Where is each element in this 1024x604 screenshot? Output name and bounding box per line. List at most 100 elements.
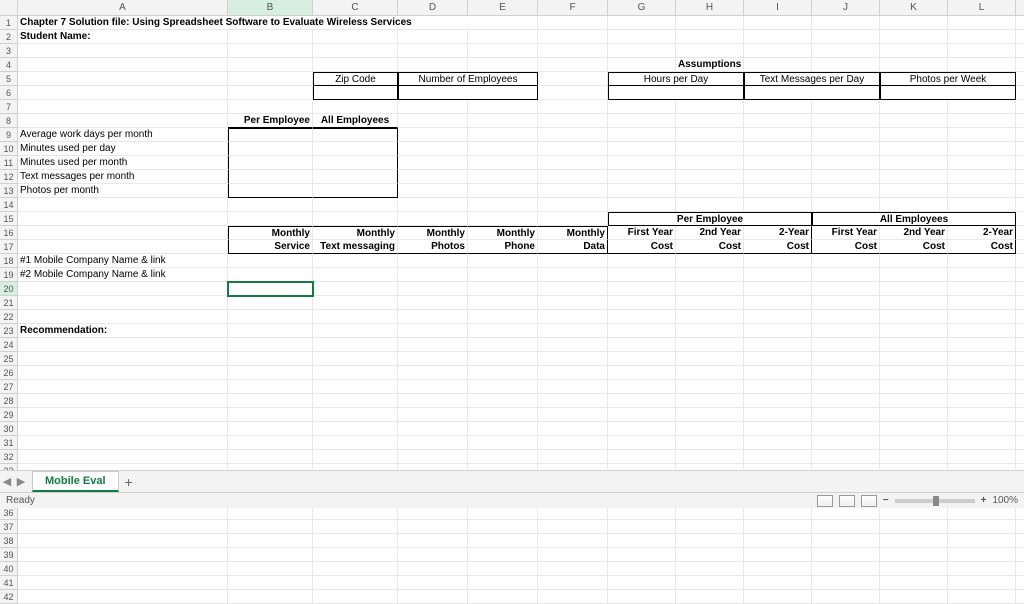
row-header[interactable]: 1 xyxy=(0,16,18,30)
cell[interactable] xyxy=(538,534,608,548)
cell[interactable] xyxy=(398,268,468,282)
cell[interactable] xyxy=(880,86,1016,100)
cell[interactable] xyxy=(538,44,608,58)
cell[interactable] xyxy=(228,156,313,170)
cell[interactable] xyxy=(1016,590,1024,604)
cell[interactable] xyxy=(538,310,608,324)
row-header[interactable]: 38 xyxy=(0,534,18,548)
cell[interactable] xyxy=(538,268,608,282)
cell[interactable] xyxy=(1016,408,1024,422)
cell[interactable] xyxy=(608,436,676,450)
cell[interactable] xyxy=(468,142,538,156)
cell[interactable] xyxy=(1016,366,1024,380)
cell[interactable] xyxy=(313,156,398,170)
cell[interactable] xyxy=(1016,394,1024,408)
cell[interactable] xyxy=(948,100,1016,114)
cell[interactable] xyxy=(676,576,744,590)
cell[interactable]: Cost xyxy=(880,240,948,254)
cell[interactable] xyxy=(744,366,812,380)
row-header[interactable]: 22 xyxy=(0,310,18,324)
cell[interactable] xyxy=(812,44,880,58)
cell[interactable] xyxy=(468,366,538,380)
cell[interactable] xyxy=(744,142,812,156)
cell[interactable] xyxy=(608,548,676,562)
cell[interactable] xyxy=(948,30,1016,44)
cell[interactable] xyxy=(228,296,313,310)
cell[interactable] xyxy=(608,506,676,520)
cell[interactable] xyxy=(948,422,1016,436)
cell[interactable] xyxy=(538,72,608,86)
cell[interactable] xyxy=(880,128,948,142)
cell[interactable] xyxy=(608,408,676,422)
cell[interactable] xyxy=(538,198,608,212)
cell[interactable] xyxy=(608,296,676,310)
active-cell[interactable] xyxy=(228,282,313,296)
cell[interactable] xyxy=(812,394,880,408)
cell[interactable] xyxy=(538,408,608,422)
cell[interactable] xyxy=(398,296,468,310)
cell[interactable] xyxy=(313,44,398,58)
cell[interactable] xyxy=(228,366,313,380)
view-pagelayout-icon[interactable] xyxy=(839,495,855,507)
cell[interactable] xyxy=(948,268,1016,282)
cell[interactable] xyxy=(398,506,468,520)
row-header[interactable]: 2 xyxy=(0,30,18,44)
cell[interactable] xyxy=(676,450,744,464)
cell[interactable] xyxy=(538,282,608,296)
cell[interactable] xyxy=(880,100,948,114)
cell[interactable] xyxy=(468,30,538,44)
cell[interactable] xyxy=(948,156,1016,170)
cell[interactable] xyxy=(228,548,313,562)
cell[interactable] xyxy=(744,394,812,408)
cell[interactable] xyxy=(676,114,744,128)
row-header[interactable]: 24 xyxy=(0,338,18,352)
cell[interactable] xyxy=(228,170,313,184)
cell[interactable] xyxy=(228,394,313,408)
cell[interactable] xyxy=(468,58,538,72)
cell[interactable] xyxy=(18,436,228,450)
cell[interactable] xyxy=(948,142,1016,156)
cell[interactable] xyxy=(948,548,1016,562)
col-header-E[interactable]: E xyxy=(468,0,538,16)
cell[interactable]: First Year xyxy=(608,226,676,240)
cell[interactable] xyxy=(880,408,948,422)
cell[interactable] xyxy=(948,380,1016,394)
cell[interactable]: All Employees xyxy=(812,212,1016,226)
cell[interactable] xyxy=(228,212,313,226)
cell[interactable] xyxy=(880,534,948,548)
cell[interactable]: Monthly xyxy=(398,226,468,240)
cell[interactable] xyxy=(398,86,538,100)
cell[interactable] xyxy=(313,310,398,324)
cell[interactable]: Monthly xyxy=(538,226,608,240)
cell[interactable] xyxy=(608,268,676,282)
cell[interactable] xyxy=(398,436,468,450)
cell[interactable] xyxy=(676,100,744,114)
cell[interactable]: #2 Mobile Company Name & link xyxy=(18,268,228,282)
cell[interactable] xyxy=(676,44,744,58)
cell[interactable] xyxy=(1016,548,1024,562)
cell[interactable] xyxy=(313,366,398,380)
cell[interactable] xyxy=(812,198,880,212)
cell[interactable] xyxy=(398,44,468,58)
cell[interactable] xyxy=(1016,282,1024,296)
cell[interactable] xyxy=(538,548,608,562)
cell[interactable] xyxy=(880,198,948,212)
cell[interactable] xyxy=(880,338,948,352)
cell[interactable] xyxy=(313,562,398,576)
cell[interactable] xyxy=(812,156,880,170)
cell[interactable] xyxy=(398,282,468,296)
cell[interactable] xyxy=(228,128,313,142)
cell[interactable]: Cost xyxy=(948,240,1016,254)
cell[interactable] xyxy=(398,58,468,72)
cell[interactable]: Average work days per month xyxy=(18,128,228,142)
cell[interactable] xyxy=(468,338,538,352)
cell[interactable] xyxy=(608,282,676,296)
cell[interactable]: All Employees xyxy=(313,114,398,128)
row-header[interactable]: 13 xyxy=(0,184,18,198)
cell[interactable] xyxy=(1016,198,1024,212)
cell[interactable] xyxy=(880,506,948,520)
cell[interactable] xyxy=(313,282,398,296)
cell[interactable] xyxy=(18,296,228,310)
cell[interactable] xyxy=(676,506,744,520)
cell[interactable]: Recommendation: xyxy=(18,324,228,338)
